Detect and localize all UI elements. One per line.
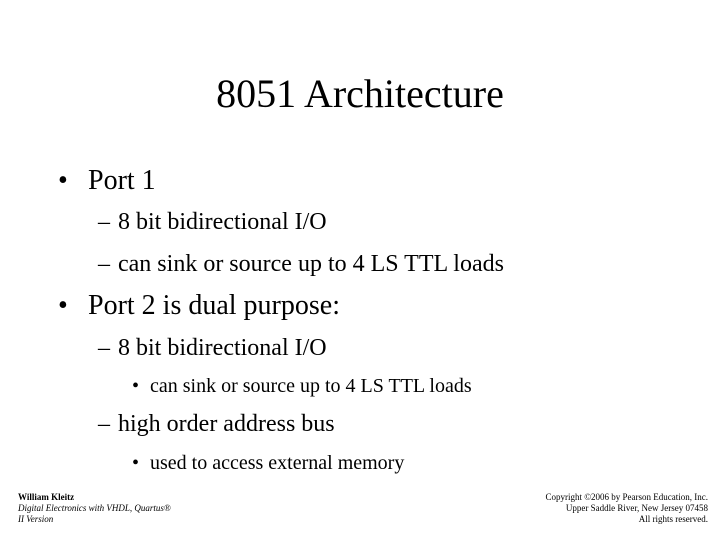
dash-marker: – xyxy=(98,411,110,437)
footer-book-edition: II Version xyxy=(18,514,54,524)
dash-marker: – xyxy=(98,251,110,277)
bullet-text: used to access external memory xyxy=(150,452,405,474)
sub-bullet-bidirectional: –8 bit bidirectional I/O xyxy=(98,208,327,236)
bullet-port-2: • Port 2 is dual purpose: xyxy=(58,290,340,322)
bullet-marker: • xyxy=(58,290,68,321)
bullet-text: can sink or source up to 4 LS TTL loads xyxy=(150,375,472,397)
slide-title: 8051 Architecture xyxy=(216,71,504,116)
sub-bullet-sink-source: – can sink or source up to 4 LS TTL loads xyxy=(98,250,504,278)
bullet-text: Port 2 is dual purpose: xyxy=(88,290,340,321)
bullet-text: Port 1 xyxy=(88,165,156,196)
bullet-marker: • xyxy=(132,375,140,397)
footer-copyright: Copyright ©2006 by Pearson Education, In… xyxy=(545,492,708,525)
dash-marker: – xyxy=(98,335,110,361)
footer-book-title: Digital Electronics with VHDL, Quartus® xyxy=(18,503,171,513)
bullet-text: 8 bit bidirectional I/O xyxy=(118,335,327,361)
sub-bullet-bidirectional-2: –8 bit bidirectional I/O xyxy=(98,334,327,362)
sub-sub-bullet-external-memory: • used to access external memory xyxy=(132,451,404,475)
bullet-marker: • xyxy=(58,165,68,196)
footer-book-info: William Kleitz Digital Electronics with … xyxy=(18,492,171,525)
bullet-text: 8 bit bidirectional I/O xyxy=(118,209,327,235)
publisher-address: Upper Saddle River, New Jersey 07458 xyxy=(565,503,708,513)
dash-marker: – xyxy=(98,209,110,235)
bullet-marker: • xyxy=(132,452,140,474)
bullet-port-1: • Port 1 xyxy=(58,165,156,197)
sub-bullet-address-bus: – high order address bus xyxy=(98,410,335,438)
rights-reserved: All rights reserved. xyxy=(638,514,708,524)
bullet-text: can sink or source up to 4 LS TTL loads xyxy=(118,251,504,277)
footer-author: William Kleitz xyxy=(18,492,75,502)
sub-sub-bullet-sink-source: • can sink or source up to 4 LS TTL loads xyxy=(132,374,472,398)
bullet-text: high order address bus xyxy=(118,411,335,437)
copyright-line: Copyright ©2006 by Pearson Education, In… xyxy=(545,492,708,502)
